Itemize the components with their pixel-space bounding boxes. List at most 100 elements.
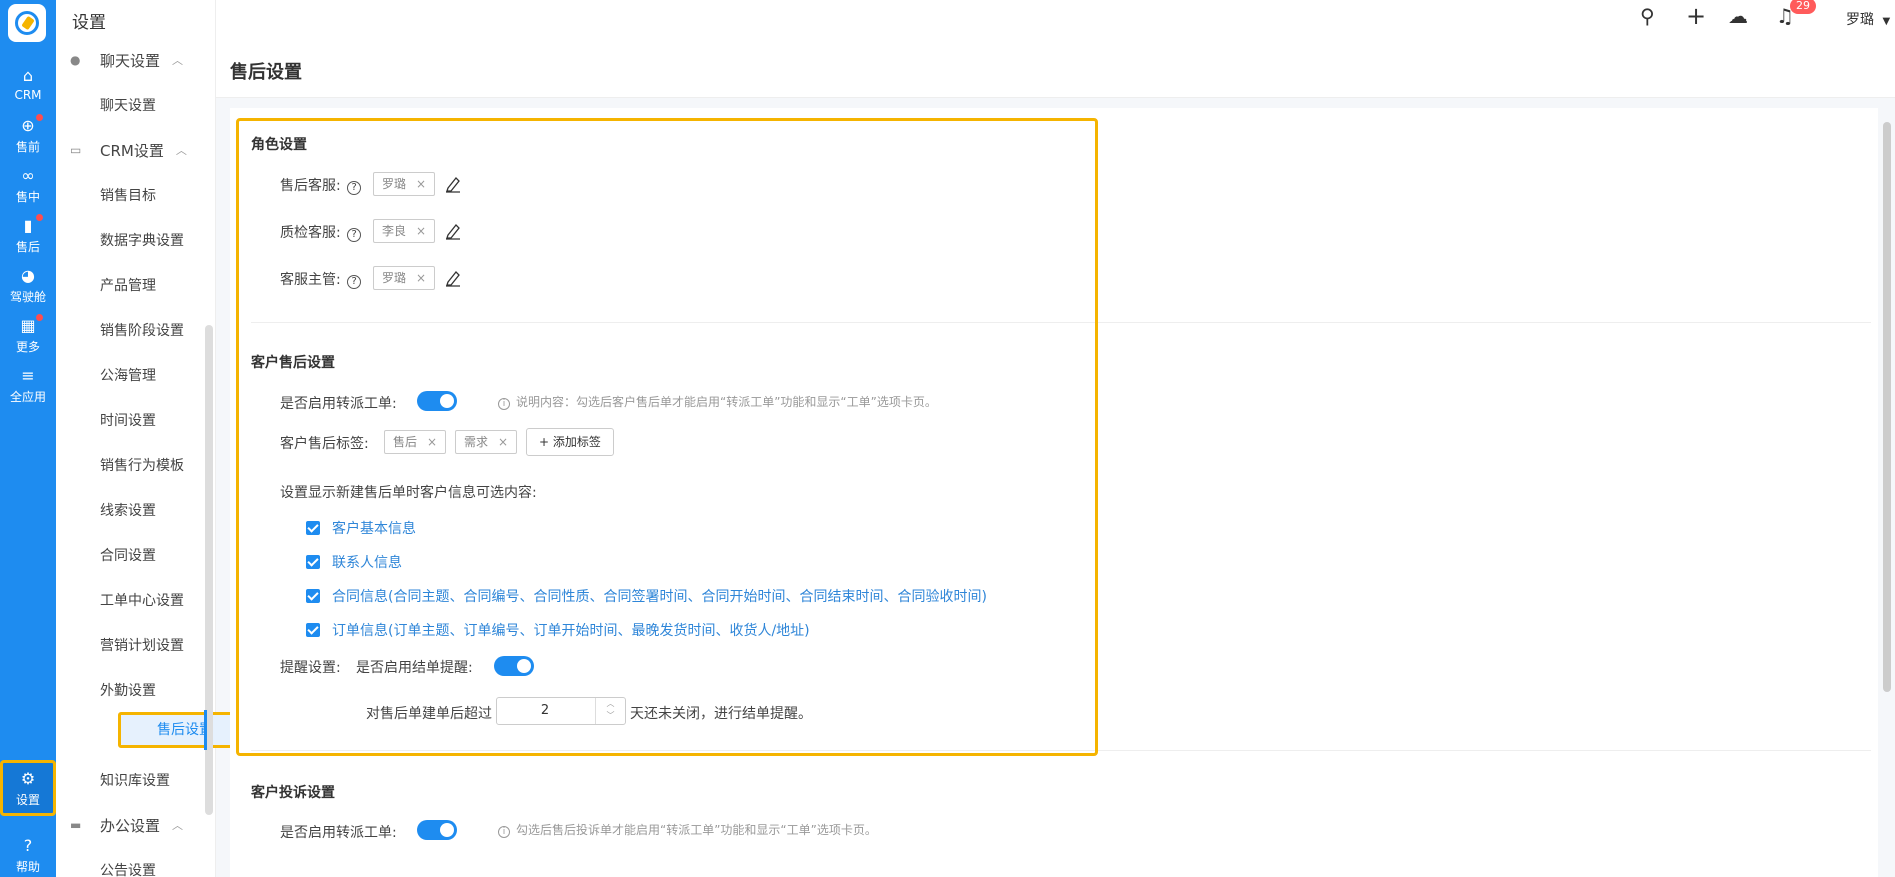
rail-item-all-apps[interactable]: ≡ 全应用	[0, 360, 56, 416]
transfer-label: 是否启用转派工单:	[280, 396, 397, 412]
option-checkbox-row[interactable]: 客户基本信息	[306, 518, 416, 538]
sidebar-group-crm[interactable]: ▭ CRM设置 ︿	[70, 138, 187, 162]
logo-mark-icon	[15, 11, 39, 35]
notification-dot	[36, 214, 43, 221]
rail-item-dashboard[interactable]: ◕ 驾驶舱	[0, 260, 56, 316]
option-label: 订单信息(订单主题、订单编号、订单开始时间、最晚发货时间、收货人/地址)	[332, 623, 810, 639]
laptop-icon: ▬	[70, 818, 82, 832]
dashboard-icon: ◕	[21, 266, 35, 285]
edit-icon[interactable]	[444, 269, 462, 287]
group-label: CRM设置	[100, 141, 164, 160]
settings-sidebar: 设置 ● 聊天设置 ︿ 聊天设置 ▭ CRM设置 ︿ 销售目标 数据字典设置 产…	[56, 0, 254, 877]
question-icon[interactable]: ?	[347, 228, 362, 242]
transfer-toggle[interactable]	[417, 391, 457, 411]
edit-icon[interactable]	[444, 175, 462, 193]
page-title: 售后设置	[230, 62, 302, 83]
user-menu[interactable]: 罗璐 ▼	[1846, 9, 1890, 29]
divider	[251, 750, 1871, 751]
chevron-up-icon: ︿	[172, 54, 184, 67]
sidebar-item-chat-settings[interactable]: 聊天设置	[100, 88, 230, 124]
rail-item-insale[interactable]: ∞ 售中	[0, 160, 56, 216]
rail-item-presale[interactable]: ⊕ 售前	[0, 110, 56, 166]
rail-item-crm[interactable]: ⌂ CRM	[0, 60, 56, 116]
section-title-complaint: 客户投诉设置	[251, 785, 335, 801]
option-checkbox-row[interactable]: 合同信息(合同主题、合同编号、合同性质、合同签署时间、合同开始时间、合同结束时间…	[306, 586, 987, 606]
sidebar-item-announcement[interactable]: 公告设置	[100, 853, 230, 877]
role-label-text: 售后客服:	[280, 178, 341, 194]
group-label: 聊天设置	[100, 51, 161, 70]
complaint-transfer-toggle[interactable]	[417, 820, 457, 840]
checkbox-checked[interactable]	[306, 555, 320, 569]
remind-prefix: 对售后单建单后超过	[366, 706, 492, 722]
tag-text: 李良	[382, 224, 407, 238]
section-title-customer-after-sale: 客户售后设置	[251, 355, 335, 371]
hint-text: 说明内容：勾选后客户售后单才能启用“转派工单”功能和显示“工单”选项卡页。	[516, 395, 937, 409]
option-label: 联系人信息	[332, 555, 402, 571]
home-icon: ⌂	[22, 66, 34, 85]
plus-icon[interactable]: +	[1686, 2, 1706, 30]
app-logo[interactable]	[8, 4, 46, 42]
role-tag: 罗璐 ×	[373, 172, 436, 196]
rail-label: 驾驶舱	[9, 290, 46, 304]
remind-toggle[interactable]	[494, 656, 534, 676]
group-label: 办公设置	[100, 816, 161, 835]
rail-item-aftersale[interactable]: ▮ 售后	[0, 210, 56, 266]
menu-icon: ≡	[21, 366, 35, 385]
cloud-download-icon[interactable]: ☁	[1728, 4, 1748, 28]
notification-dot	[36, 114, 43, 121]
caret-down-icon: ▼	[1882, 16, 1891, 27]
rail-item-settings[interactable]: ⚙ 设置	[0, 760, 56, 816]
tag-text: 罗璐	[382, 271, 407, 285]
role-tag: 罗璐 ×	[373, 266, 436, 290]
user-name: 罗璐	[1846, 12, 1874, 28]
sidebar-item-sales-target[interactable]: 销售目标	[100, 178, 230, 214]
role-label-text: 客服主管:	[280, 272, 341, 288]
notification-badge: 29	[1790, 0, 1816, 14]
rail-label: 售后	[15, 240, 40, 254]
rail-label: 全应用	[9, 390, 46, 404]
checkbox-checked[interactable]	[306, 589, 320, 603]
sidebar-group-office[interactable]: ▬ 办公设置 ︿	[70, 813, 183, 837]
sidebar-item-data-dictionary[interactable]: 数据字典设置	[100, 223, 230, 259]
edit-icon[interactable]	[444, 222, 462, 240]
remind-days-value: 2	[540, 703, 550, 718]
clipboard-icon: ▮	[23, 216, 33, 235]
sidebar-item-product[interactable]: 产品管理	[100, 268, 230, 304]
stepper-icon[interactable]: ︿ ﹀	[595, 698, 625, 724]
divider	[251, 322, 1871, 323]
chevron-up-icon: ︿	[175, 144, 187, 157]
question-icon[interactable]: ?	[347, 275, 362, 289]
remind-toggle-label: 是否启用结单提醒:	[356, 660, 473, 676]
close-icon[interactable]: ×	[416, 177, 426, 191]
app-rail: ⌂ CRM ⊕ 售前 ∞ 售中 ▮ 售后 ◕ 驾驶舱 ▦ 更多 ≡ 全应用 ⚙ …	[0, 0, 56, 877]
option-label: 合同信息(合同主题、合同编号、合同性质、合同签署时间、合同开始时间、合同结束时间…	[332, 589, 987, 605]
grid-icon: ▦	[20, 316, 36, 335]
add-tag-button[interactable]: + 添加标签	[526, 428, 614, 456]
rail-label: 设置	[15, 793, 40, 807]
checkbox-checked[interactable]	[306, 521, 320, 535]
search-icon[interactable]: ⚲	[1640, 4, 1655, 28]
option-checkbox-row[interactable]: 联系人信息	[306, 552, 402, 572]
optional-content-label: 设置显示新建售后单时客户信息可选内容:	[280, 485, 537, 501]
close-icon[interactable]: ×	[498, 435, 508, 449]
rail-item-more[interactable]: ▦ 更多	[0, 310, 56, 366]
tag-text: 需求	[464, 435, 489, 449]
sidebar-group-chat[interactable]: ● 聊天设置 ︿	[70, 48, 183, 72]
info-icon: i	[498, 398, 510, 410]
tag-text: 罗璐	[382, 177, 407, 191]
id-card-icon: ▭	[70, 143, 82, 157]
remind-days-input[interactable]: 2 ︿ ﹀	[496, 697, 626, 725]
sidebar-active-indicator	[204, 710, 207, 750]
rail-item-help[interactable]: ? 帮助	[0, 830, 56, 877]
close-icon[interactable]: ×	[427, 435, 437, 449]
question-icon[interactable]: ?	[347, 181, 362, 195]
after-sale-tag: 需求 ×	[455, 430, 518, 454]
option-checkbox-row[interactable]: 订单信息(订单主题、订单编号、订单开始时间、最晚发货时间、收货人/地址)	[306, 620, 810, 640]
option-label: 客户基本信息	[332, 521, 416, 537]
hint-text: 勾选后售后投诉单才能启用“转派工单”功能和显示“工单”选项卡页。	[516, 823, 877, 837]
close-icon[interactable]: ×	[416, 224, 426, 238]
checkbox-checked[interactable]	[306, 623, 320, 637]
content-scrollbar[interactable]	[1883, 122, 1891, 692]
close-icon[interactable]: ×	[416, 271, 426, 285]
tags-label: 客户售后标签:	[280, 436, 369, 452]
